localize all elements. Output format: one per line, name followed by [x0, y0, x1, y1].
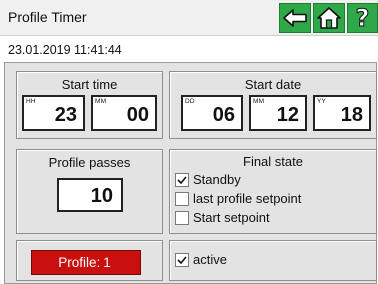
profile-passes-group: Profile passes 10: [16, 149, 163, 234]
help-button[interactable]: ?: [347, 3, 378, 33]
checkmark-icon: [177, 255, 187, 264]
final-state-option-last-profile-setpoint[interactable]: last profile setpoint: [175, 191, 301, 206]
checkbox-start-setpoint[interactable]: [175, 210, 189, 225]
back-arrow-icon: [283, 9, 307, 27]
profile-passes-field[interactable]: 10: [57, 178, 123, 212]
minute-field[interactable]: MM 00: [91, 95, 157, 131]
help-icon: ?: [355, 4, 370, 32]
profile-button-label: Profile:: [58, 255, 101, 270]
final-state-option-label: Standby: [193, 172, 241, 187]
final-state-option-start-setpoint[interactable]: Start setpoint: [175, 210, 270, 225]
profile-button-number: 1: [103, 255, 111, 270]
current-datetime: 23.01.2019 11:41:44: [8, 43, 122, 57]
title-bar: Profile Timer ?: [0, 0, 378, 36]
final-state-option-standby[interactable]: Standby: [175, 172, 241, 187]
start-date-group: Start date DD 06 MM 12 YY 18: [169, 71, 377, 139]
month-tag: MM: [253, 98, 265, 105]
final-state-option-label: Start setpoint: [193, 210, 270, 225]
year-tag: YY: [317, 98, 327, 105]
year-value: 18: [340, 104, 363, 126]
checkbox-active[interactable]: [175, 252, 189, 267]
checkmark-icon: [177, 175, 187, 184]
year-field[interactable]: YY 18: [313, 95, 371, 131]
checkbox-standby[interactable]: [175, 172, 189, 187]
home-button[interactable]: [313, 3, 345, 33]
active-group: active: [169, 240, 377, 281]
hour-field[interactable]: HH 23: [22, 95, 85, 131]
profile-passes-value: 10: [90, 185, 113, 207]
page-title: Profile Timer: [8, 9, 87, 25]
minute-value: 00: [126, 104, 149, 126]
profile-passes-title: Profile passes: [48, 155, 131, 170]
final-state-title: Final state: [243, 154, 303, 169]
month-field[interactable]: MM 12: [249, 95, 307, 131]
hour-value: 23: [54, 104, 77, 126]
hour-tag: HH: [26, 98, 36, 105]
profile-select-button[interactable]: Profile: 1: [31, 250, 141, 275]
month-value: 12: [276, 104, 299, 126]
minute-tag: MM: [95, 98, 107, 105]
home-icon: [317, 7, 341, 29]
start-date-title: Start date: [244, 77, 302, 92]
back-button[interactable]: [279, 3, 311, 33]
active-toggle[interactable]: active: [175, 252, 227, 267]
day-tag: DD: [185, 98, 195, 105]
start-time-title: Start time: [61, 77, 118, 92]
active-label: active: [193, 252, 227, 267]
checkbox-last-profile-setpoint[interactable]: [175, 191, 189, 206]
final-state-group: Final state Standby last profile setpoin…: [169, 149, 377, 234]
day-field[interactable]: DD 06: [181, 95, 243, 131]
final-state-option-label: last profile setpoint: [193, 191, 302, 206]
day-value: 06: [212, 104, 235, 126]
start-time-group: Start time HH 23 MM 00: [16, 71, 163, 139]
